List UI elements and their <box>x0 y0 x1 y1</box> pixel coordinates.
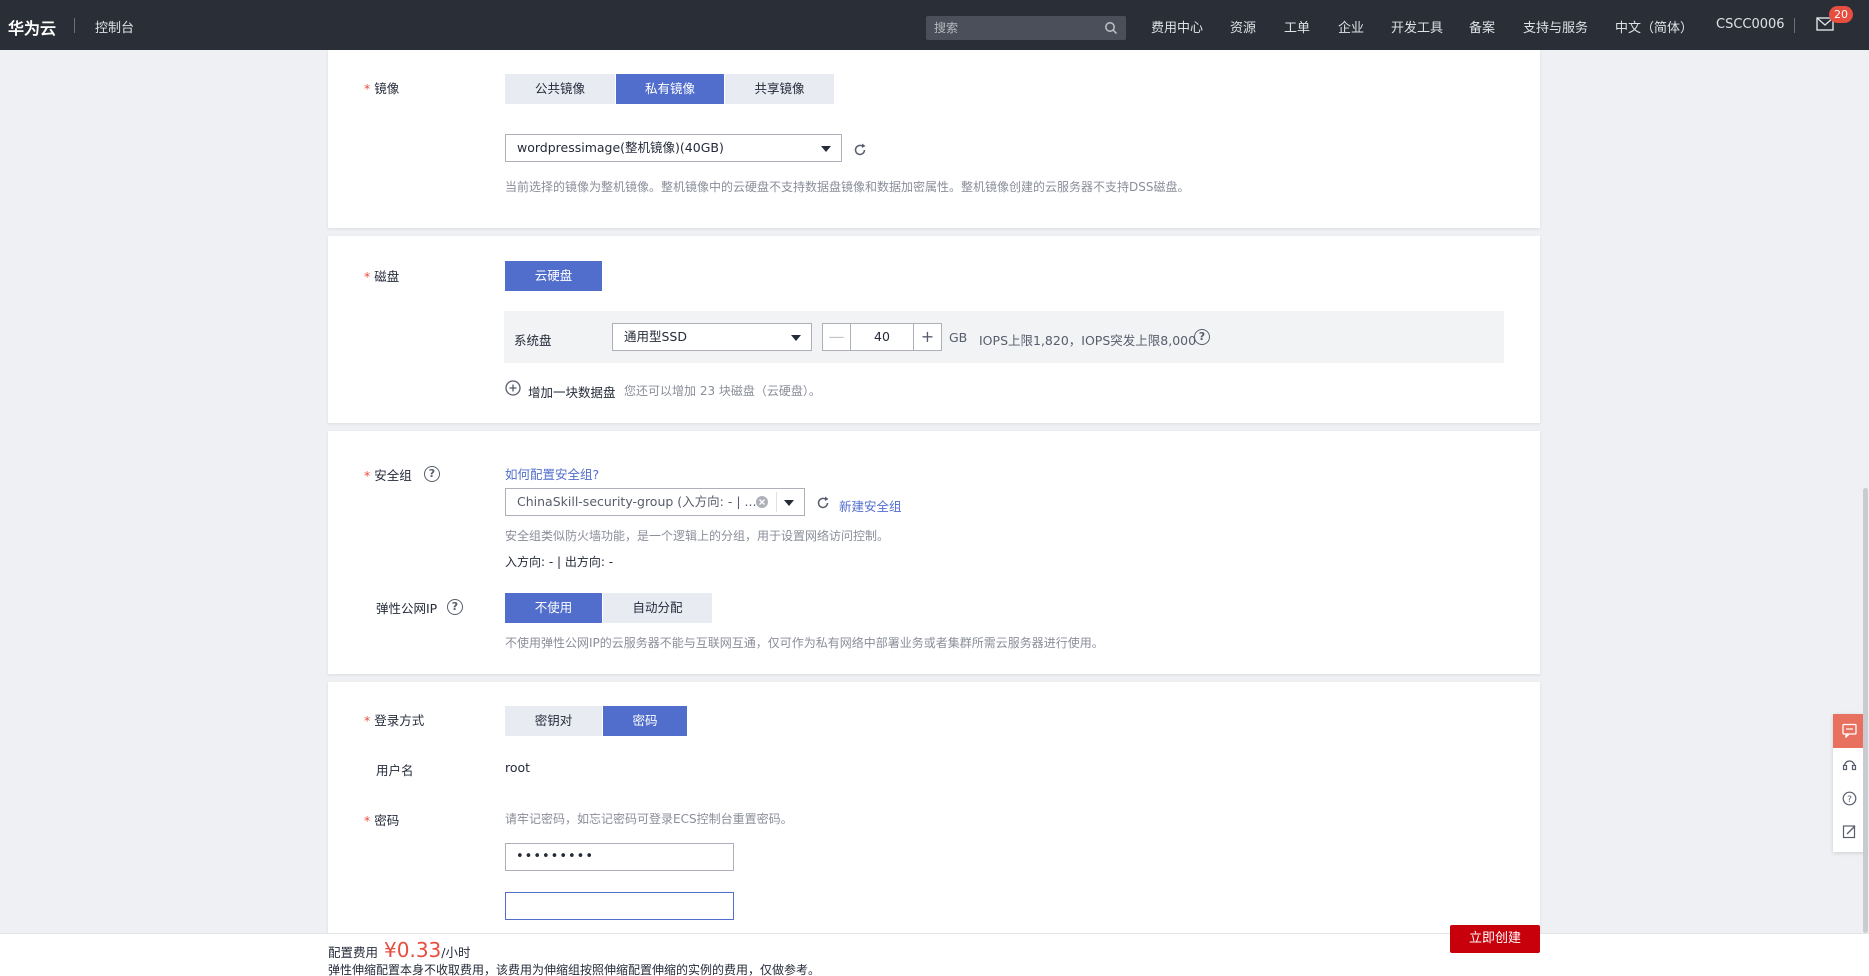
security-group-label: * 安全组 <box>364 468 412 483</box>
fee-price: ¥0.33 <box>384 938 442 962</box>
help-icon[interactable]: ? <box>447 599 463 615</box>
chevron-down-icon <box>821 146 831 152</box>
fee-note: 弹性伸缩配置本身不收取费用，该费用为伸缩组按照伸缩配置伸缩的实例的费用，仅做参考… <box>328 963 821 976</box>
login-method-tabs: 密钥对 密码 <box>505 706 688 736</box>
nav-billing[interactable]: 费用中心 <box>1151 17 1203 36</box>
disk-type-value: 通用型SSD <box>624 329 687 344</box>
image-type-tabs: 公共镜像 私有镜像 共享镜像 <box>505 74 835 104</box>
page-scrollbar[interactable] <box>1863 488 1868 933</box>
nav-icp-filing[interactable]: 备案 <box>1469 17 1495 36</box>
iops-info: IOPS上限1,820，IOPS突发上限8,000 <box>979 333 1197 348</box>
tab-shared-image[interactable]: 共享镜像 <box>725 74 835 104</box>
divider <box>1794 18 1795 33</box>
brand-logo[interactable]: 华为云 <box>8 15 56 39</box>
eip-hint: 不使用弹性公网IP的云服务器不能与互联网互通，仅可作为私有网络中部署业务或者集群… <box>505 636 1104 650</box>
image-select[interactable]: wordpressimage(整机镜像)(40GB) <box>505 134 842 162</box>
username-label: 用户名 <box>376 763 414 778</box>
help-icon[interactable]: ? <box>424 466 440 482</box>
eip-label: 弹性公网IP <box>376 601 438 616</box>
mail-count-badge: 20 <box>1829 6 1853 23</box>
footer-bar: 配置费用 ¥0.33/小时 弹性伸缩配置本身不收取费用，该费用为伸缩组按照伸缩配置… <box>0 933 1869 976</box>
fee-summary: 配置费用 ¥0.33/小时 <box>328 938 471 962</box>
image-select-value: wordpressimage(整机镜像)(40GB) <box>517 140 724 155</box>
login-method-label: * 登录方式 <box>364 713 425 728</box>
direction-info: 入方向: - | 出方向: - <box>505 555 614 569</box>
image-hint: 当前选择的镜像为整机镜像。整机镜像中的云硬盘不支持数据盘镜像和数据加密属性。整机… <box>505 180 1190 194</box>
nav-dev-tools[interactable]: 开发工具 <box>1391 17 1443 36</box>
add-data-disk-button[interactable]: 增加一块数据盘 <box>528 382 616 401</box>
password-hint: 请牢记密码，如忘记密码可登录ECS控制台重置密码。 <box>505 812 793 826</box>
disk-panel: * 磁盘 云硬盘 系统盘 通用型SSD — 40 + GB IOPS上限1,820… <box>328 236 1540 423</box>
tab-key-pair[interactable]: 密钥对 <box>505 706 603 736</box>
fee-unit: /小时 <box>441 945 471 960</box>
login-panel: * 登录方式 密钥对 密码 用户名 root * 密码 请牢记密码，如忘记密码可登录… <box>328 682 1540 942</box>
nav-support[interactable]: 支持与服务 <box>1523 17 1588 36</box>
create-now-button[interactable]: 立即创建 <box>1450 925 1540 953</box>
nav-resources[interactable]: 资源 <box>1230 17 1256 36</box>
decrease-button[interactable]: — <box>823 324 851 350</box>
system-disk-row: 系统盘 通用型SSD — 40 + GB IOPS上限1,820，IOPS突发上… <box>504 311 1504 363</box>
tab-password[interactable]: 密码 <box>603 706 688 736</box>
username-value: root <box>505 760 531 775</box>
tab-private-image[interactable]: 私有镜像 <box>616 74 725 104</box>
divider <box>74 18 75 33</box>
nav-tickets[interactable]: 工单 <box>1284 17 1310 36</box>
image-label: * 镜像 <box>364 81 400 96</box>
chevron-down-icon <box>791 335 801 341</box>
add-circle-icon[interactable] <box>505 380 521 396</box>
password-input[interactable]: ••••••••• <box>505 843 734 871</box>
svg-text:?: ? <box>1847 795 1852 805</box>
tab-evs-disk[interactable]: 云硬盘 <box>505 261 603 291</box>
increase-button[interactable]: + <box>913 324 941 350</box>
refresh-icon[interactable] <box>853 143 867 157</box>
edit-note-icon[interactable] <box>1842 824 1857 839</box>
new-security-group-link[interactable]: 新建安全组 <box>839 496 902 515</box>
security-group-select[interactable]: ChinaSkill-security-group (入方向: - | ... <box>505 488 805 516</box>
fee-label: 配置费用 <box>328 945 379 960</box>
eip-option-none[interactable]: 不使用 <box>505 593 603 623</box>
disk-size-stepper: — 40 + <box>822 323 942 351</box>
password-label: * 密码 <box>364 813 400 828</box>
nav-account[interactable]: CSCC0006 <box>1716 17 1785 32</box>
top-navigation-bar: 华为云 控制台 费用中心 资源 工单 企业 开发工具 备案 支持与服务 中文（简… <box>0 0 1869 50</box>
customer-service-icon[interactable] <box>1842 758 1857 773</box>
disk-unit: GB <box>949 330 968 345</box>
how-to-configure-link[interactable]: 如何配置安全组? <box>505 464 599 483</box>
eip-option-auto[interactable]: 自动分配 <box>603 593 713 623</box>
tab-public-image[interactable]: 公共镜像 <box>505 74 616 104</box>
image-panel: * 镜像 公共镜像 私有镜像 共享镜像 wordpressimage(整机镜像)(… <box>328 50 1540 228</box>
system-disk-label: 系统盘 <box>514 333 552 348</box>
eip-options: 不使用 自动分配 <box>505 593 713 623</box>
global-search[interactable] <box>926 16 1126 40</box>
nav-enterprise[interactable]: 企业 <box>1338 17 1364 36</box>
divider <box>776 492 777 512</box>
help-icon[interactable]: ? <box>1842 791 1857 806</box>
nav-language[interactable]: 中文（简体） <box>1615 17 1693 36</box>
confirm-password-input[interactable] <box>505 892 734 920</box>
refresh-icon[interactable] <box>816 496 830 510</box>
search-input[interactable] <box>934 19 1094 37</box>
floating-toolbar: ? <box>1833 714 1866 852</box>
chat-icon <box>1842 723 1857 738</box>
security-group-hint: 安全组类似防火墙功能，是一个逻辑上的分组，用于设置网络访问控制。 <box>505 529 890 543</box>
add-disk-hint: 您还可以增加 23 块磁盘（云硬盘）。 <box>624 384 821 398</box>
clear-icon[interactable] <box>756 496 768 508</box>
disk-type-tabs: 云硬盘 <box>505 261 603 291</box>
chevron-down-icon <box>784 500 794 506</box>
disk-size-input[interactable]: 40 <box>851 324 913 350</box>
console-link[interactable]: 控制台 <box>95 17 134 36</box>
disk-label: * 磁盘 <box>364 269 400 284</box>
help-icon[interactable]: ? <box>1194 329 1210 345</box>
search-icon[interactable] <box>1104 21 1118 35</box>
network-panel: * 安全组 ? 如何配置安全组? ChinaSkill-security-grou… <box>328 431 1540 674</box>
security-group-value: ChinaSkill-security-group (入方向: - | ... <box>517 494 757 509</box>
disk-type-select[interactable]: 通用型SSD <box>612 323 812 351</box>
feedback-button[interactable] <box>1833 714 1866 748</box>
